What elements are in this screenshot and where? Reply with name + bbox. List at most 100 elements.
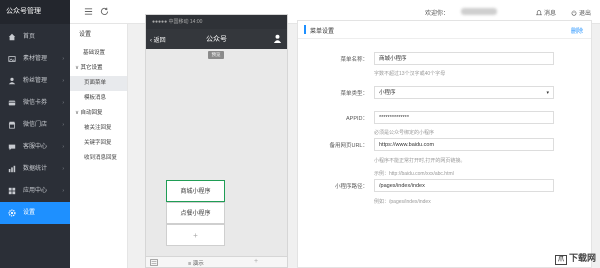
submenu-group-label: 自动回复 (80, 110, 103, 116)
refresh-icon[interactable] (100, 7, 109, 16)
bottom-add-button[interactable]: + (254, 258, 258, 265)
url-example: 示例：http://baidu.com/xxx/abc.html (374, 171, 454, 177)
logout-button[interactable]: 退出 (571, 8, 591, 17)
sidebar-item-service[interactable]: 客服中心 › (0, 136, 70, 158)
submenu-item-template-msg[interactable]: 模板消息 (70, 91, 127, 106)
phone-status-bar: ●●●●● 中国移动 14:00 (146, 15, 287, 29)
watermark-text: 下载网 (568, 253, 596, 263)
add-submenu-button[interactable]: + (166, 224, 225, 246)
chevron-right-icon: › (62, 56, 64, 62)
name-label: 菜单名称： (340, 57, 368, 63)
path-hint: 例如：/pages/index/index (374, 199, 431, 205)
menu-item-order[interactable]: 点餐小程序 (166, 202, 225, 224)
menu-toggle-icon[interactable] (84, 7, 93, 16)
watermark: 爪下载网 (554, 251, 596, 265)
sidebar-item-apps[interactable]: 应用中心 › (0, 180, 70, 202)
phone-title: 公众号 (206, 36, 227, 43)
chevron-down-icon: ∨ (75, 65, 80, 71)
sidebar-item-stats[interactable]: 数据统计 › (0, 158, 70, 180)
user-icon (8, 77, 16, 85)
sidebar-item-fans[interactable]: 粉丝管理 › (0, 70, 70, 92)
chart-icon (8, 165, 16, 173)
name-hint: 字数不超过13个汉字或40个字母 (374, 71, 446, 77)
sidebar-item-label: 应用中心 (23, 188, 48, 194)
delete-link[interactable]: 删除 (571, 26, 583, 35)
caret-down-icon: ▾ (546, 90, 549, 96)
preview-tag: 预览 (208, 51, 224, 59)
submenu-item-follow-reply[interactable]: 被关注回复 (70, 121, 127, 136)
header-accent-bar (304, 25, 306, 34)
menu-name-input[interactable]: 商城小程序 (374, 52, 554, 65)
keyboard-icon[interactable] (150, 259, 158, 266)
power-icon (571, 10, 577, 16)
gear-icon (8, 209, 16, 217)
sidebar-item-label: 微信门店 (23, 122, 48, 128)
sidebar: 公众号管理 首页 素材管理 › 粉丝管理 › 微信卡券 › 微信门店 › 客服中… (0, 0, 70, 268)
apps-icon (8, 187, 16, 195)
bottom-menu-label: 演示 (192, 261, 204, 267)
chevron-right-icon: › (62, 78, 64, 84)
sidebar-item-label: 数据统计 (23, 166, 48, 172)
logout-label: 退出 (579, 11, 592, 17)
bottom-menu-demo[interactable]: ≡ 演示 (188, 259, 204, 267)
submenu-item-page-menu[interactable]: 页面菜单 (70, 76, 127, 91)
card-icon (8, 100, 16, 106)
sidebar-item-stores[interactable]: 微信门店 › (0, 114, 70, 136)
home-icon (8, 33, 16, 41)
sidebar-item-materials[interactable]: 素材管理 › (0, 48, 70, 70)
menu-item-mall[interactable]: 商城小程序 (166, 180, 225, 202)
phone-preview: ●●●●● 中国移动 14:00 ‹ 返回 公众号 预览 商城小程序 点餐小程序… (145, 14, 288, 268)
submenu-title: 设置 (79, 32, 92, 38)
type-label: 菜单类型： (340, 91, 368, 97)
submenu-item-keyword-reply[interactable]: 关键字回复 (70, 136, 127, 151)
sidebar-item-settings[interactable]: 设置 (0, 202, 70, 224)
sidebar-item-cards[interactable]: 微信卡券 › (0, 92, 70, 114)
sidebar-item-label: 设置 (23, 210, 36, 216)
chevron-right-icon: › (62, 166, 64, 172)
username-redacted (461, 8, 497, 15)
path-label: 小程序路径： (334, 184, 368, 190)
submenu-group-label: 其它设置 (80, 65, 103, 71)
sidebar-item-label: 粉丝管理 (23, 78, 48, 84)
app-root: 公众号管理 首页 素材管理 › 粉丝管理 › 微信卡券 › 微信门店 › 客服中… (0, 0, 600, 268)
submenu-item-receive-reply[interactable]: 收到消息回复 (70, 151, 127, 166)
submenu-item-basic[interactable]: 基础设置 (70, 46, 127, 61)
chevron-right-icon: › (62, 100, 64, 106)
chat-icon (8, 144, 16, 151)
menu-settings-panel: 菜单设置 删除 菜单名称： 商城小程序 字数不超过13个汉字或40个字母 菜单类… (297, 20, 592, 268)
message-label: 消息 (544, 11, 557, 17)
sidebar-item-label: 微信卡券 (23, 100, 48, 106)
appid-label: APPID： (345, 116, 368, 122)
appid-input[interactable]: ************** (374, 111, 554, 124)
submenu-group-auto-reply[interactable]: ∨ 自动回复 (70, 106, 127, 121)
phone-menu-stack: 商城小程序 点餐小程序 + (166, 180, 225, 246)
panel-title: 菜单设置 (310, 29, 335, 35)
type-value: 小程序 (379, 90, 396, 96)
submenu-group-other[interactable]: ∨ 其它设置 (70, 61, 127, 76)
sidebar-item-label: 素材管理 (23, 56, 48, 62)
url-label: 备用网页URL： (329, 143, 368, 149)
sidebar-item-home[interactable]: 首页 (0, 26, 70, 48)
panel-header: 菜单设置 删除 (298, 21, 591, 39)
menu-type-select[interactable]: 小程序 ▾ (374, 86, 554, 99)
chevron-right-icon: › (62, 122, 64, 128)
welcome-text: 欢迎你： (425, 11, 450, 17)
image-icon (8, 56, 16, 62)
url-hint: 小程序不能正常打开时,打开的网页链接。 (374, 158, 466, 164)
chevron-right-icon: › (62, 144, 64, 150)
brand-title: 公众号管理 (0, 0, 70, 24)
sidebar-item-label: 客服中心 (23, 144, 48, 150)
backup-url-input[interactable]: https://www.baidu.com (374, 138, 554, 151)
phone-header: ‹ 返回 公众号 (146, 29, 287, 49)
message-button[interactable]: 消息 (535, 8, 557, 17)
sidebar-item-label: 首页 (23, 34, 36, 40)
bell-icon (535, 10, 543, 16)
watermark-badge: 爪 (554, 255, 567, 265)
settings-submenu: 设置 基础设置 ∨ 其它设置 页面菜单 模板消息 ∨ 自动回复 被关注回复 关键… (70, 24, 128, 268)
mini-program-path-input[interactable]: /pages/index/index (374, 179, 554, 192)
user-icon[interactable] (273, 34, 282, 43)
phone-bottom-bar: ≡ 演示 + (146, 256, 287, 267)
store-icon (8, 121, 16, 129)
appid-hint: 必须是公众号绑定的小程序 (374, 130, 435, 136)
chevron-right-icon: › (62, 188, 64, 194)
